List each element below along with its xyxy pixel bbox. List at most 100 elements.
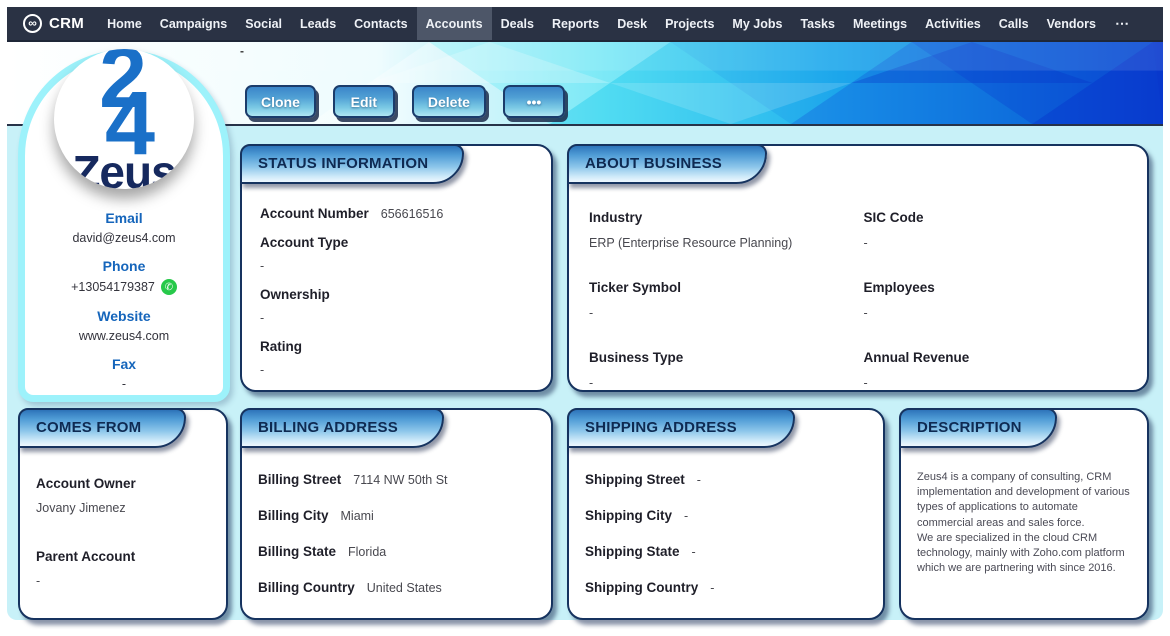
field-label: Industry [589, 210, 643, 225]
field-value: - [589, 306, 594, 320]
nav-item-calls[interactable]: Calls [990, 7, 1038, 40]
description-text: Zeus4 is a company of consulting, CRM im… [917, 471, 1130, 575]
email-value[interactable]: david@zeus4.com [25, 231, 223, 245]
record-dash: - [240, 44, 244, 58]
nav-item-vendors[interactable]: Vendors [1038, 7, 1105, 40]
whatsapp-icon[interactable]: ✆ [160, 279, 177, 295]
nav-item-projects[interactable]: Projects [656, 7, 723, 40]
field-value: - [260, 363, 265, 377]
about-business-header: ABOUT BUSINESS [567, 144, 767, 184]
nav-item-desk[interactable]: Desk [608, 7, 656, 40]
field-label: Account Number [260, 206, 369, 221]
field-value: - [36, 574, 41, 588]
field-label: Shipping Street [585, 472, 685, 487]
zoho-logo-icon: ∞ [23, 14, 42, 33]
about-business-panel: ABOUT BUSINESS Industry ERP (Enterprise … [567, 144, 1149, 392]
nav-item-leads[interactable]: Leads [291, 7, 345, 40]
field-label: Billing Country [258, 580, 355, 595]
nav-item-tasks[interactable]: Tasks [791, 7, 844, 40]
fax-value: - [121, 377, 127, 391]
nav-item-my-jobs[interactable]: My Jobs [723, 7, 791, 40]
panel-title: DESCRIPTION [917, 418, 1022, 436]
field-value: - [863, 306, 868, 320]
field-label: Shipping State [585, 544, 680, 559]
field-value: 7114 NW 50th St [353, 473, 448, 487]
nav-item-contacts[interactable]: Contacts [345, 7, 416, 40]
nav-item-social[interactable]: Social [236, 7, 291, 40]
field-label: Ownership [260, 287, 330, 302]
account-owner-field: Account Owner Jovany Jimenez [36, 476, 210, 515]
field-value: Miami [340, 509, 374, 523]
business-type-field: Business Type - [589, 350, 864, 390]
billing-city-field: Billing City Miami [258, 508, 535, 523]
nav-overflow-icon[interactable]: ⋯ [1105, 7, 1139, 40]
field-label: SIC Code [863, 210, 924, 225]
account-type-field: Account Type - [260, 235, 533, 273]
field-value: - [260, 311, 265, 325]
logo-word-zeus: Zeus [72, 146, 176, 189]
shipping-address-panel: SHIPPING ADDRESS Shipping Street - Shipp… [567, 408, 885, 620]
delete-button[interactable]: Delete [411, 85, 486, 118]
field-label: Business Type [589, 350, 684, 365]
fax-label: Fax [111, 356, 137, 372]
field-value: - [863, 236, 868, 250]
email-label: Email [105, 210, 143, 226]
field-value: - [696, 473, 701, 487]
more-actions-button[interactable]: ••• [502, 85, 565, 118]
nav-item-deals[interactable]: Deals [492, 7, 543, 40]
top-navbar: ∞ CRM Home Campaigns Social Leads Contac… [7, 7, 1163, 40]
field-value: ERP (Enterprise Resource Planning) [589, 236, 793, 250]
field-label: Rating [260, 339, 302, 354]
phone-label: Phone [102, 258, 146, 274]
nav-item-reports[interactable]: Reports [543, 7, 608, 40]
status-information-header: STATUS INFORMATION [240, 144, 464, 184]
field-value: - [260, 259, 265, 273]
record-toolbar: Clone Edit Delete ••• [245, 85, 565, 118]
company-logo: 2 4 Zeus [54, 49, 194, 189]
field-label: Account Owner [36, 476, 136, 491]
description-panel: DESCRIPTION Zeus4 is a company of consul… [899, 408, 1149, 620]
nav-item-home[interactable]: Home [98, 7, 151, 40]
shipping-address-header: SHIPPING ADDRESS [567, 408, 795, 448]
field-label: Parent Account [36, 549, 136, 564]
field-value: - [710, 581, 715, 595]
ownership-field: Ownership - [260, 287, 533, 325]
profile-contact-fields: Email david@zeus4.com Phone +13054179387… [25, 197, 223, 391]
field-label: Shipping Country [585, 580, 699, 595]
nav-item-meetings[interactable]: Meetings [844, 7, 916, 40]
nav-item-activities[interactable]: Activities [916, 7, 990, 40]
field-value: 656616516 [380, 207, 444, 221]
field-value: - [684, 509, 689, 523]
nav-item-accounts[interactable]: Accounts [416, 7, 492, 40]
ticker-symbol-field: Ticker Symbol - [589, 280, 864, 320]
status-information-panel: STATUS INFORMATION Account Number 656616… [240, 144, 553, 392]
billing-country-field: Billing Country United States [258, 580, 535, 595]
shipping-street-field: Shipping Street - [585, 472, 867, 487]
field-value: Florida [348, 545, 387, 559]
shipping-city-field: Shipping City - [585, 508, 867, 523]
annual-revenue-field: Annual Revenue - [864, 350, 1107, 390]
field-value: - [589, 376, 594, 390]
account-number-field: Account Number 656616516 [260, 206, 533, 221]
field-label: Employees [863, 280, 935, 295]
clone-button[interactable]: Clone [245, 85, 316, 118]
field-label: Ticker Symbol [589, 280, 682, 295]
website-label: Website [97, 308, 151, 324]
website-value[interactable]: www.zeus4.com [25, 329, 223, 343]
field-label: Billing Street [258, 472, 342, 487]
industry-field: Industry ERP (Enterprise Resource Planni… [589, 210, 864, 250]
parent-account-field: Parent Account - [36, 549, 210, 588]
shipping-country-field: Shipping Country - [585, 580, 867, 595]
comes-from-header: COMES FROM [18, 408, 186, 448]
panel-title: SHIPPING ADDRESS [585, 418, 737, 436]
panel-title: COMES FROM [36, 418, 142, 436]
shipping-state-field: Shipping State - [585, 544, 867, 559]
employees-field: Employees - [864, 280, 1107, 320]
phone-value[interactable]: +13054179387 [71, 280, 155, 294]
description-header: DESCRIPTION [899, 408, 1057, 448]
sic-code-field: SIC Code - [864, 210, 1107, 250]
nav-item-campaigns[interactable]: Campaigns [151, 7, 236, 40]
panel-title: BILLING ADDRESS [258, 418, 398, 436]
crm-brand[interactable]: ∞ CRM [23, 7, 84, 40]
edit-button[interactable]: Edit [332, 85, 395, 118]
